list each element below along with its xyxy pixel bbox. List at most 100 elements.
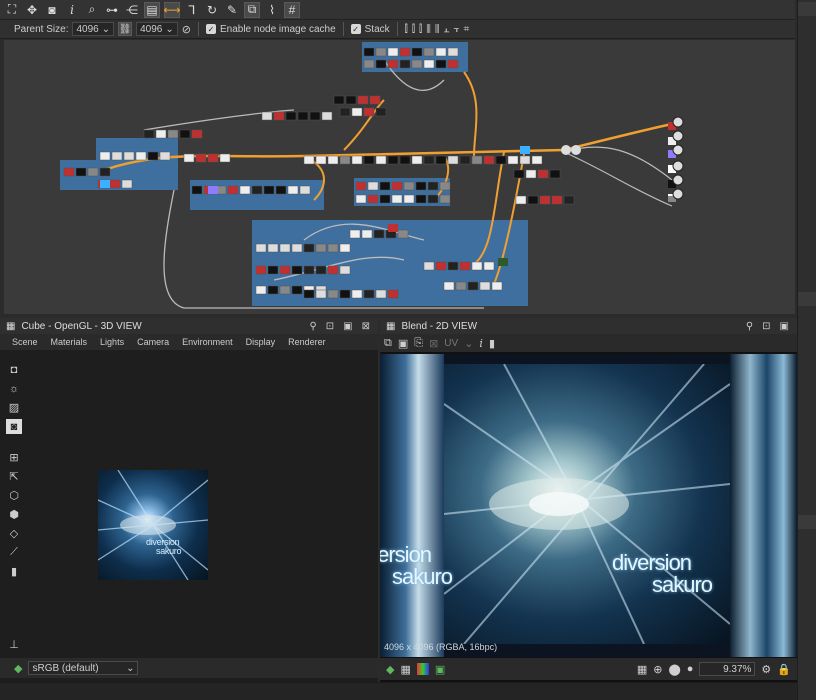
- graph-node[interactable]: [263, 185, 275, 195]
- size-dropdown[interactable]: 4096 ⌄: [136, 22, 178, 36]
- graph-node[interactable]: [513, 169, 525, 179]
- graph-node[interactable]: [279, 243, 291, 253]
- pick-icon[interactable]: ⟋: [6, 545, 22, 560]
- graph-node[interactable]: [537, 169, 549, 179]
- align-bottom-icon[interactable]: ⫟: [454, 24, 460, 35]
- graph-node[interactable]: [527, 195, 539, 205]
- export-icon[interactable]: ⧉: [244, 1, 260, 18]
- graph-node[interactable]: [483, 155, 495, 165]
- graph-node[interactable]: [227, 185, 239, 195]
- graph-node[interactable]: [327, 265, 339, 275]
- graph-node[interactable]: [261, 111, 273, 121]
- popout-icon[interactable]: ▣: [343, 321, 352, 332]
- graph-node[interactable]: [355, 194, 367, 204]
- snap-icon[interactable]: ⌗: [464, 24, 470, 35]
- graph-node[interactable]: [447, 155, 459, 165]
- menu-lights[interactable]: Lights: [100, 337, 124, 347]
- checker-icon[interactable]: ▦: [400, 663, 410, 676]
- graph-node[interactable]: [339, 155, 351, 165]
- graph-node[interactable]: [447, 59, 459, 69]
- light-bulb-icon[interactable]: ☼: [6, 381, 22, 396]
- graph-node[interactable]: [373, 229, 385, 239]
- graph-node[interactable]: [275, 185, 287, 195]
- graph-node[interactable]: [291, 265, 303, 275]
- axis-icon[interactable]: ⇱: [6, 469, 22, 484]
- brush-icon[interactable]: ⌇: [264, 2, 280, 18]
- graph-icon[interactable]: ⋲: [124, 2, 140, 18]
- graph-node[interactable]: [363, 155, 375, 165]
- graph-node[interactable]: [447, 47, 459, 57]
- graph-node[interactable]: [387, 155, 399, 165]
- menu-materials[interactable]: Materials: [51, 337, 88, 347]
- zoom-settings-icon[interactable]: ⚙: [761, 663, 771, 676]
- menu-renderer[interactable]: Renderer: [288, 337, 326, 347]
- graph-node[interactable]: [375, 59, 387, 69]
- graph-node[interactable]: [551, 195, 563, 205]
- graph-node[interactable]: [99, 151, 111, 161]
- graph-node[interactable]: [63, 167, 75, 177]
- graph-node[interactable]: [315, 265, 327, 275]
- graph-node[interactable]: [143, 129, 155, 139]
- stack-checkbox[interactable]: ✓: [350, 24, 361, 34]
- graph-node[interactable]: [315, 155, 327, 165]
- graph-node[interactable]: [355, 181, 367, 191]
- graph-node[interactable]: [339, 265, 351, 275]
- align-top-icon[interactable]: ⫠: [443, 24, 449, 35]
- search-icon[interactable]: ⌕: [84, 2, 100, 18]
- graph-node[interactable]: [520, 146, 530, 154]
- graph-node[interactable]: [367, 194, 379, 204]
- histogram-icon[interactable]: ▮: [6, 564, 22, 579]
- popout-icon[interactable]: ▣: [780, 321, 789, 332]
- graph-node[interactable]: [303, 265, 315, 275]
- graph-node[interactable]: [100, 180, 110, 188]
- cube-icon[interactable]: ⬡: [6, 488, 22, 503]
- graph-node[interactable]: [411, 155, 423, 165]
- graph-node[interactable]: [121, 179, 133, 189]
- graph-node[interactable]: [339, 107, 351, 117]
- info-icon[interactable]: i: [479, 337, 483, 350]
- crosshair-icon[interactable]: ⊕: [653, 663, 662, 676]
- camera-icon[interactable]: ◙: [44, 2, 60, 18]
- graph-node[interactable]: [375, 289, 387, 299]
- grid-icon[interactable]: #: [284, 1, 300, 18]
- zoom-dot-icon[interactable]: ●: [687, 663, 694, 675]
- graph-node[interactable]: [423, 261, 435, 271]
- graph-node[interactable]: [403, 181, 415, 191]
- graph-node[interactable]: [109, 179, 121, 189]
- graph-node[interactable]: [273, 111, 285, 121]
- graph-node[interactable]: [519, 155, 531, 165]
- color-channels-icon[interactable]: [416, 663, 429, 675]
- align-right-icon[interactable]: ⫿: [419, 24, 422, 35]
- link-size-icon[interactable]: ⛓: [118, 22, 133, 36]
- graph-node[interactable]: [495, 155, 507, 165]
- graph-node[interactable]: [87, 167, 99, 177]
- graph-node[interactable]: [255, 285, 267, 295]
- graph-node[interactable]: [531, 155, 543, 165]
- graph-node[interactable]: [339, 243, 351, 253]
- zoom-field[interactable]: 9.37%: [699, 662, 756, 676]
- align-icon[interactable]: ⅂: [184, 2, 200, 18]
- video-camera-icon[interactable]: ◘: [6, 362, 22, 377]
- reset-icon[interactable]: ⊘: [182, 23, 191, 36]
- graph-node[interactable]: [135, 151, 147, 161]
- graph-node[interactable]: [435, 47, 447, 57]
- graph-node[interactable]: [439, 181, 451, 191]
- cache-checkbox[interactable]: ✓: [205, 24, 216, 34]
- connect-icon[interactable]: ⟷: [163, 1, 181, 18]
- graph-node[interactable]: [285, 111, 297, 121]
- graph-node[interactable]: [239, 185, 251, 195]
- graph-node[interactable]: [321, 111, 333, 121]
- graph-node[interactable]: [471, 155, 483, 165]
- lock-icon[interactable]: 🔒: [777, 663, 791, 676]
- graph-node[interactable]: [303, 289, 315, 299]
- graph-node[interactable]: [75, 167, 87, 177]
- graph-node[interactable]: [179, 129, 191, 139]
- layout-icon[interactable]: ▤: [144, 1, 160, 18]
- uv-label[interactable]: UV: [444, 338, 458, 349]
- maximize-icon[interactable]: ⊡: [326, 321, 334, 332]
- graph-node[interactable]: [367, 181, 379, 191]
- graph-node[interactable]: [467, 281, 479, 291]
- graph-node[interactable]: [279, 285, 291, 295]
- graph-node[interactable]: [195, 153, 207, 163]
- graph-node[interactable]: [207, 153, 219, 163]
